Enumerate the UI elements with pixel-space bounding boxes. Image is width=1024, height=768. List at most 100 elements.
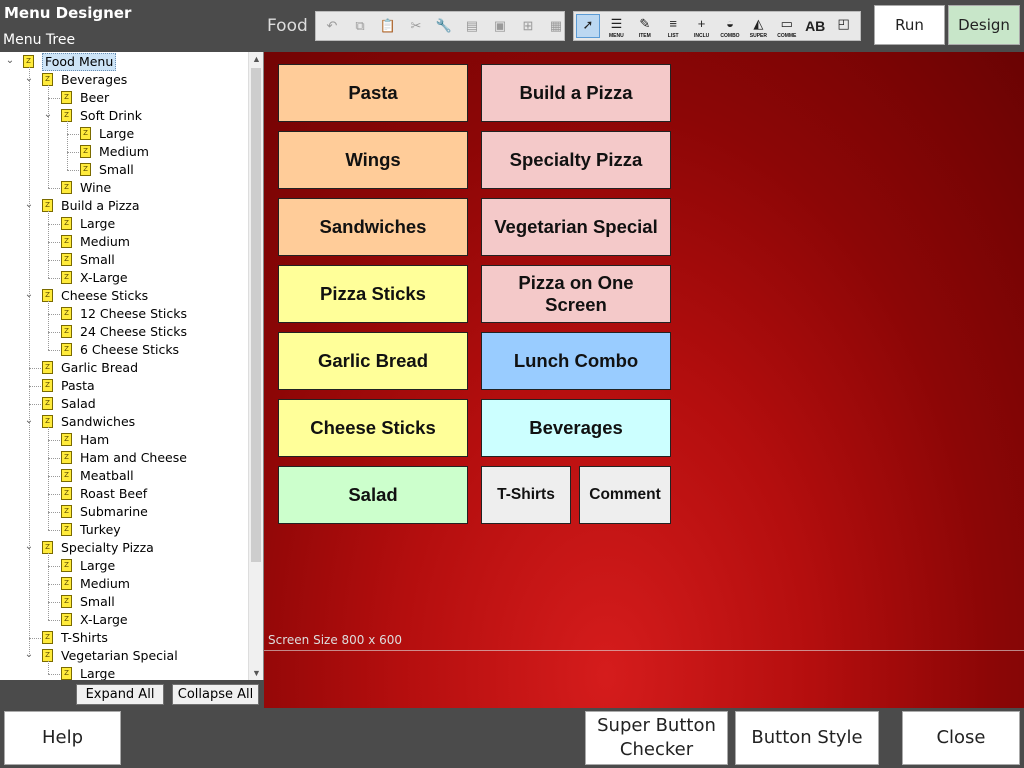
tree-item[interactable]: ⌄ Z Specialty Pizza bbox=[0, 539, 249, 557]
menu-button[interactable]: Wings bbox=[278, 131, 468, 189]
menu-button[interactable]: T-Shirts bbox=[481, 466, 571, 524]
design-canvas[interactable]: Pasta Build a Pizza Wings Specialty Pizza Sa… bbox=[264, 52, 1024, 708]
tree-item[interactable]: Z Turkey bbox=[0, 521, 249, 539]
tree-item[interactable]: ⌄ Z Cheese Sticks bbox=[0, 287, 249, 305]
tree-item[interactable]: Z X-Large bbox=[0, 611, 249, 629]
pointer-icon[interactable]: ➚ bbox=[576, 14, 600, 38]
tree-item[interactable]: Z Large bbox=[0, 557, 249, 575]
tree-item[interactable]: Z Ham and Cheese bbox=[0, 449, 249, 467]
menu-button[interactable]: Garlic Bread bbox=[278, 332, 468, 390]
item-tool-icon[interactable]: ✎ ITEM bbox=[633, 14, 657, 39]
tree-item[interactable]: ⌄ Z Soft Drink bbox=[0, 107, 249, 125]
shape-tool-icon[interactable]: ◰ bbox=[832, 14, 856, 38]
tree-item-label: X-Large bbox=[80, 270, 128, 285]
tree-item-label: Cheese Sticks bbox=[61, 288, 149, 303]
tree-item-label: Small bbox=[80, 594, 115, 609]
calculator-icon[interactable]: ▦ bbox=[544, 14, 568, 38]
tree-item[interactable]: ⌄ Z Sandwiches bbox=[0, 413, 249, 431]
tree-item[interactable]: Z Large bbox=[0, 215, 249, 233]
combo-tool-icon[interactable]: ◒ COMBO bbox=[718, 14, 742, 39]
wrench-icon[interactable]: 🔧 bbox=[432, 14, 456, 38]
tree-item[interactable]: Z Meatball bbox=[0, 467, 249, 485]
tree-item[interactable]: Z Roast Beef bbox=[0, 485, 249, 503]
tree-item[interactable]: Z Small bbox=[0, 593, 249, 611]
tree-item[interactable]: Z Medium bbox=[0, 575, 249, 593]
menu-item-icon: Z bbox=[80, 145, 91, 158]
tree-connector bbox=[48, 620, 60, 621]
menu-button[interactable]: Build a Pizza bbox=[481, 64, 671, 122]
scroll-thumb[interactable] bbox=[251, 68, 261, 562]
menu-item-icon: Z bbox=[80, 163, 91, 176]
run-button[interactable]: Run bbox=[874, 5, 945, 45]
menu-button[interactable]: Salad bbox=[278, 466, 468, 524]
tree-item[interactable]: ⌄ Z Vegetarian Special bbox=[0, 647, 249, 665]
tree-item[interactable]: ⌄ Z Build a Pizza bbox=[0, 197, 249, 215]
menu-button[interactable]: Pizza Sticks bbox=[278, 265, 468, 323]
scroll-up-icon[interactable]: ▲ bbox=[249, 52, 263, 66]
tree-item[interactable]: Z Large bbox=[0, 125, 249, 143]
button-style-button[interactable]: Button Style bbox=[735, 711, 879, 765]
tree-item-label: 6 Cheese Sticks bbox=[80, 342, 180, 357]
tree-item[interactable]: Z Small bbox=[0, 161, 249, 179]
close-button[interactable]: Close bbox=[902, 711, 1020, 765]
menu-button[interactable]: Cheese Sticks bbox=[278, 399, 468, 457]
tree-item-label: Pasta bbox=[61, 378, 95, 393]
menu-button[interactable]: Lunch Combo bbox=[481, 332, 671, 390]
resize-icon[interactable]: ▣ bbox=[488, 14, 512, 38]
tree-item[interactable]: Z Ham bbox=[0, 431, 249, 449]
tree-item[interactable]: Z Large bbox=[0, 665, 249, 680]
list-tool-icon[interactable]: ≡ LIST bbox=[661, 14, 685, 39]
help-button[interactable]: Help bbox=[4, 711, 121, 765]
tree-item[interactable]: ⌄ Z Beverages bbox=[0, 71, 249, 89]
text-tool-icon[interactable]: AB bbox=[803, 14, 827, 38]
tree-connector bbox=[48, 440, 60, 441]
tree-item[interactable]: Z Medium bbox=[0, 143, 249, 161]
menu-tree[interactable]: ⌄ Z Food Menu ⌄ Z Beverages Z Beer ⌄ Z Soft Drink Z… bbox=[0, 52, 249, 680]
tree-item[interactable]: Z Salad bbox=[0, 395, 249, 413]
tree-item[interactable]: Z Submarine bbox=[0, 503, 249, 521]
cut-icon[interactable]: ✂ bbox=[404, 14, 428, 38]
copy-icon[interactable]: ⧉ bbox=[348, 14, 372, 38]
tree-item[interactable]: Z Wine bbox=[0, 179, 249, 197]
tree-item[interactable]: Z 24 Cheese Sticks bbox=[0, 323, 249, 341]
collapse-all-button[interactable]: Collapse All bbox=[172, 684, 259, 705]
menu-button[interactable]: Pasta bbox=[278, 64, 468, 122]
tree-item[interactable]: Z Beer bbox=[0, 89, 249, 107]
design-button[interactable]: Design bbox=[948, 5, 1020, 45]
menu-button[interactable]: Vegetarian Special bbox=[481, 198, 671, 256]
tree-item[interactable]: Z Pasta bbox=[0, 377, 249, 395]
tree-scrollbar[interactable]: ▲ ▼ bbox=[248, 52, 263, 680]
tree-item[interactable]: Z 12 Cheese Sticks bbox=[0, 305, 249, 323]
tree-item[interactable]: Z T-Shirts bbox=[0, 629, 249, 647]
menu-tool-icon[interactable]: ☰ MENU bbox=[604, 14, 628, 39]
super-button-checker-button[interactable]: Super Button Checker bbox=[585, 711, 728, 765]
menu-button[interactable]: Beverages bbox=[481, 399, 671, 457]
tree-item[interactable]: Z Small bbox=[0, 251, 249, 269]
tool-caption: LIST bbox=[667, 33, 679, 39]
paste-icon[interactable]: 📋 bbox=[376, 14, 400, 38]
tree-item[interactable]: Z 6 Cheese Sticks bbox=[0, 341, 249, 359]
tree-item-label: Wine bbox=[80, 180, 112, 195]
menu-button[interactable]: Sandwiches bbox=[278, 198, 468, 256]
super-tool-icon[interactable]: ◭ SUPER bbox=[746, 14, 770, 39]
undo-icon[interactable]: ↶ bbox=[320, 14, 344, 38]
tree-item[interactable]: Z X-Large bbox=[0, 269, 249, 287]
tree-item[interactable]: Z Garlic Bread bbox=[0, 359, 249, 377]
menu-button[interactable]: Pizza on One Screen bbox=[481, 265, 671, 323]
menu-button[interactable]: Comment bbox=[579, 466, 671, 524]
tree-item-label: Large bbox=[80, 666, 116, 680]
tree-item[interactable]: ⌄ Z Food Menu bbox=[0, 53, 249, 71]
expand-toggle-icon[interactable]: ⌄ bbox=[5, 56, 15, 66]
expand-all-button[interactable]: Expand All bbox=[76, 684, 164, 705]
comment-tool-icon[interactable]: ▭ COMME bbox=[775, 14, 799, 39]
tree-item[interactable]: Z Medium bbox=[0, 233, 249, 251]
object-tool-group: ➚ ☰ MENU ✎ ITEM ≡ LIST + INCLU ◒ COMBO ◭ SUPER ▭ COMME… bbox=[573, 11, 861, 41]
menu-button[interactable]: Specialty Pizza bbox=[481, 131, 671, 189]
grid-icon[interactable]: ⊞ bbox=[516, 14, 540, 38]
include-tool-icon[interactable]: + INCLU bbox=[690, 14, 714, 39]
align-icon[interactable]: ▤ bbox=[460, 14, 484, 38]
tree-connector bbox=[67, 170, 79, 171]
scroll-down-icon[interactable]: ▼ bbox=[249, 666, 263, 680]
tree-connector bbox=[48, 350, 60, 351]
tree-connector bbox=[48, 98, 60, 99]
